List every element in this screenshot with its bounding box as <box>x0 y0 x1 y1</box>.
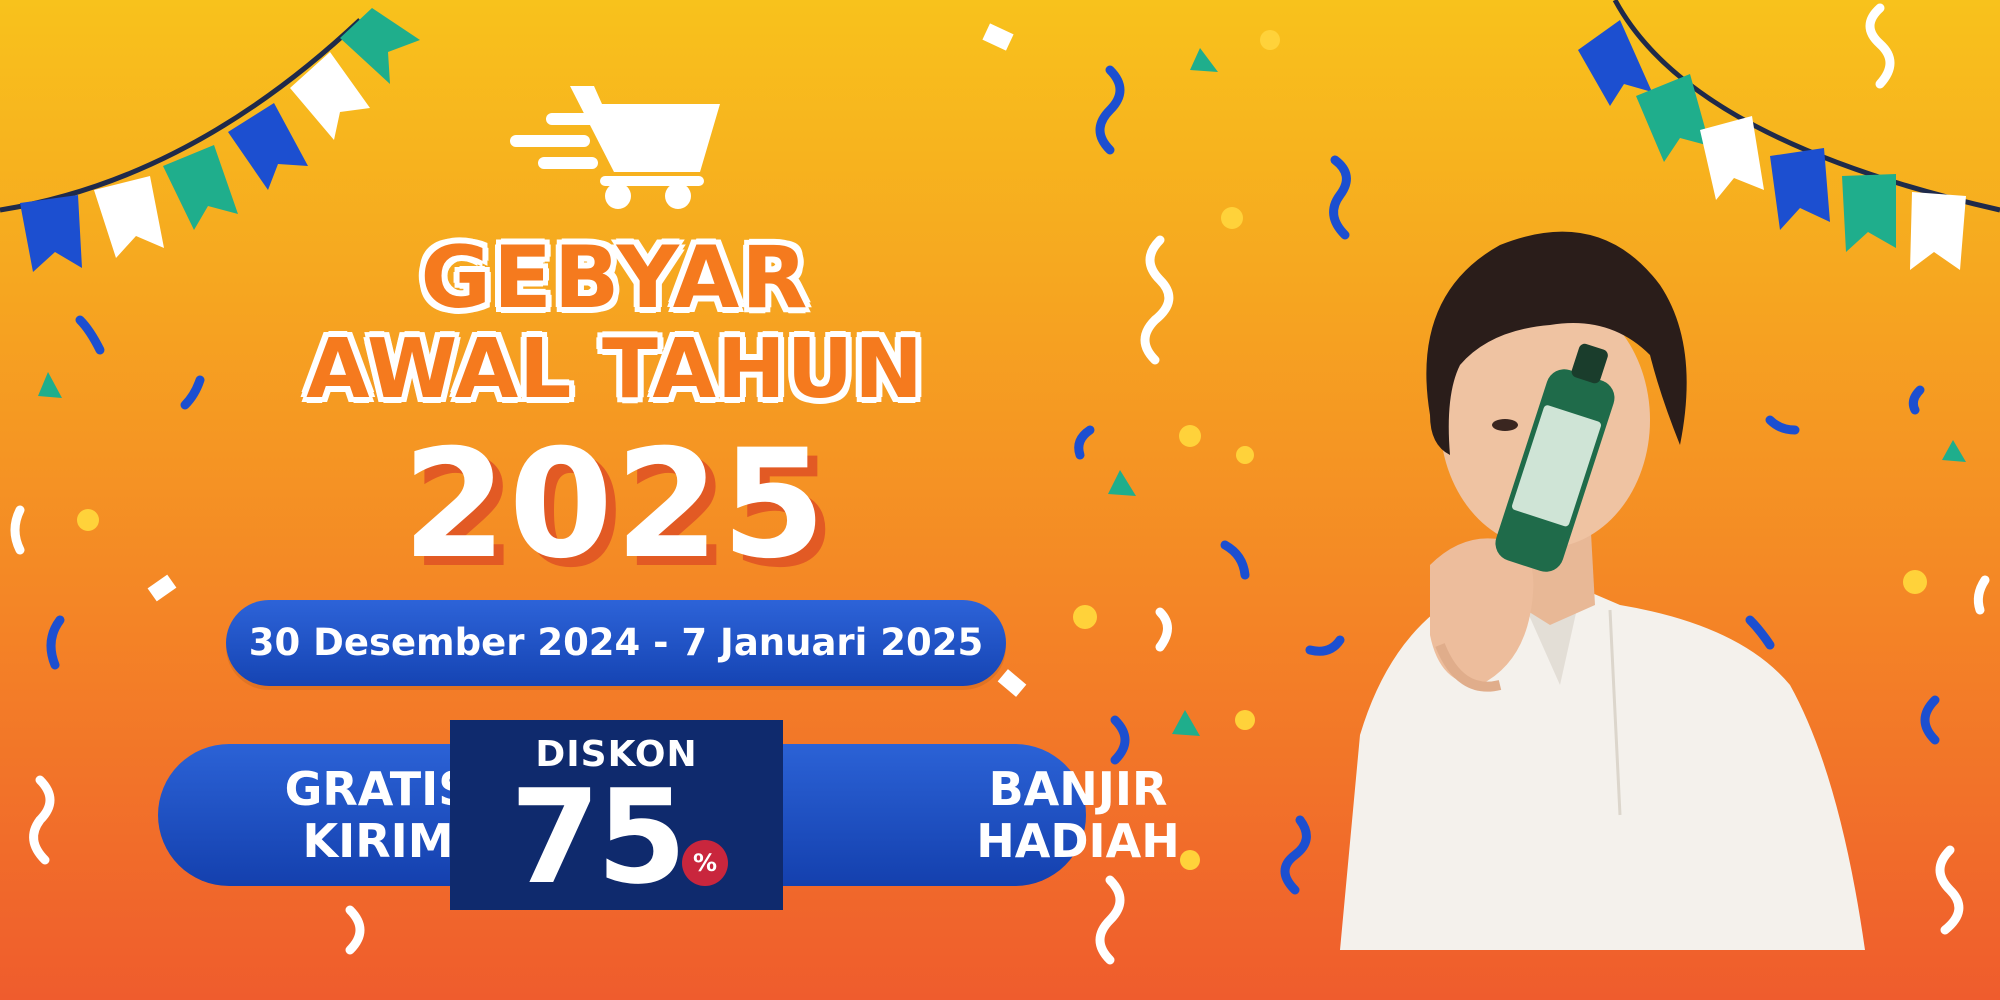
date-range-pill: 30 Desember 2024 - 7 Januari 2025 <box>226 600 1006 686</box>
model-white-shirt <box>1340 575 1865 950</box>
offer-prize-flood: BANJIR HADIAH <box>928 744 1228 886</box>
offer-prize-flood-line1: BANJIR <box>988 762 1168 816</box>
headline-year: 2025 <box>402 418 828 592</box>
shopping-cart-icon <box>510 86 720 209</box>
discount-value: 75 <box>510 761 687 913</box>
offer-free-shipping-line2: KIRIM <box>302 814 454 868</box>
headline-awal-tahun: AWAL TAHUN <box>306 322 924 417</box>
offer-free-shipping-line1: GRATIS <box>284 762 472 816</box>
headline-gebyar: GEBYAR <box>420 228 810 328</box>
date-range-text: 30 Desember 2024 - 7 Januari 2025 <box>248 621 984 664</box>
percent-badge: % <box>682 840 728 886</box>
offer-prize-flood-line2: HADIAH <box>976 814 1180 868</box>
discount-box: DISKON 75 % <box>450 720 783 910</box>
model-photo <box>1340 231 1865 950</box>
